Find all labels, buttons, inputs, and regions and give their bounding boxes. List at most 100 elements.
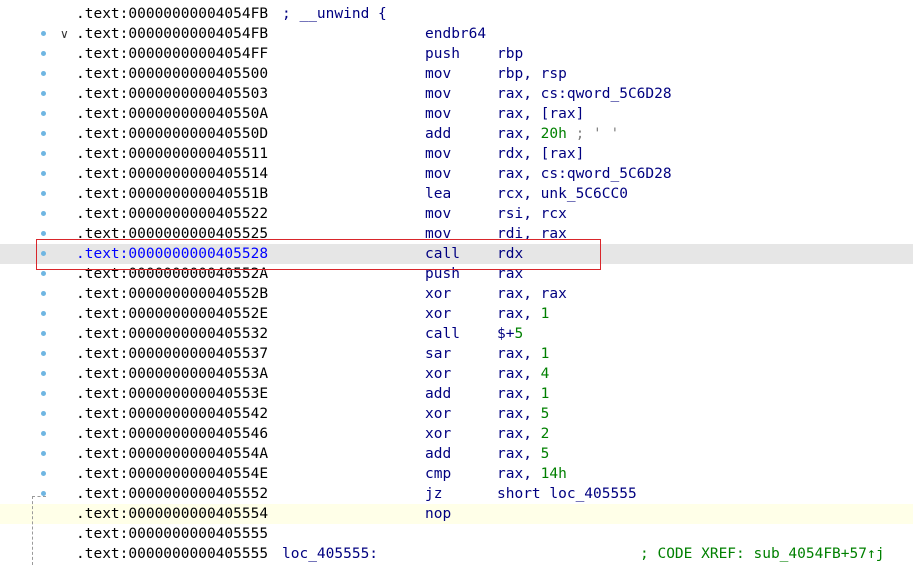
breakpoint-dot-icon[interactable] xyxy=(41,251,46,256)
fold-chevron-icon[interactable]: ∨ xyxy=(60,24,74,44)
instruction-operands: rdx xyxy=(497,244,523,264)
line-address: .text:000000000040553A xyxy=(76,366,269,382)
breakpoint-dot-icon[interactable] xyxy=(41,451,46,456)
operand-token: rax xyxy=(497,266,524,282)
line-address: .text:00000000004054FF xyxy=(76,46,269,62)
listing-line[interactable]: .text:000000000040552A push rax xyxy=(0,264,913,284)
breakpoint-dot-icon[interactable] xyxy=(41,91,46,96)
listing-line[interactable]: .text:000000000040554E cmp rax, 14h xyxy=(0,464,913,484)
unwind-comment: ; __unwind { xyxy=(282,6,387,22)
breakpoint-dot-icon[interactable] xyxy=(41,331,46,336)
listing-line[interactable]: .text:0000000000405546 xor rax, 2 xyxy=(0,424,913,444)
breakpoint-dot-icon[interactable] xyxy=(41,471,46,476)
line-address: .text:000000000040550D xyxy=(76,126,269,142)
listing-line[interactable]: .text:0000000000405514 mov rax, cs:qword_5… xyxy=(0,164,913,184)
breakpoint-dot-icon[interactable] xyxy=(41,431,46,436)
breakpoint-dot-icon[interactable] xyxy=(41,71,46,76)
instruction-mnemonic: nop xyxy=(425,506,452,522)
instruction-operands: rax, 5 xyxy=(497,404,549,424)
line-address: .text:0000000000405537 xyxy=(76,346,269,362)
disassembly-view[interactable]: .text:00000000004054FB ; __unwind { ∨ .te… xyxy=(0,0,913,565)
line-address: .text:0000000000405528 xyxy=(76,246,269,262)
listing-line[interactable]: .text:000000000040553E add rax, 1 xyxy=(0,384,913,404)
xref-comment[interactable]: ; CODE XREF: sub_4054FB+57↑j xyxy=(640,544,884,564)
instruction-operands: rax, cs:qword_5C6D28 xyxy=(497,84,672,104)
operand-token: 5 xyxy=(540,406,550,422)
instruction-operands: rdi, rax xyxy=(497,224,567,244)
line-address: .text:0000000000405522 xyxy=(76,206,269,222)
listing-line[interactable]: .text:000000000040550A mov rax, [rax] xyxy=(0,104,913,124)
operand-token: rax, [rax] xyxy=(497,106,585,122)
line-address: .text:0000000000405555 xyxy=(76,526,269,542)
line-address: .text:0000000000405511 xyxy=(76,146,269,162)
instruction-mnemonic: mov xyxy=(425,66,452,82)
operand-token: 5 xyxy=(514,326,524,342)
listing-line-current[interactable]: .text:0000000000405528 call rdx xyxy=(0,244,913,264)
breakpoint-dot-icon[interactable] xyxy=(41,291,46,296)
instruction-mnemonic: push xyxy=(425,46,460,62)
breakpoint-dot-icon[interactable] xyxy=(41,151,46,156)
instruction-mnemonic: xor xyxy=(425,426,452,442)
breakpoint-dot-icon[interactable] xyxy=(41,271,46,276)
listing-line[interactable]: .text:0000000000405537 sar rax, 1 xyxy=(0,344,913,364)
listing-line[interactable]: .text:000000000040552E xor rax, 1 xyxy=(0,304,913,324)
breakpoint-dot-icon[interactable] xyxy=(41,411,46,416)
operand-token: rdx, [rax] xyxy=(497,146,585,162)
line-address: .text:00000000004054FB xyxy=(76,6,269,22)
breakpoint-dot-icon[interactable] xyxy=(41,51,46,56)
listing-line[interactable]: .text:0000000000405554 nop xyxy=(0,504,913,524)
listing-line[interactable]: .text:0000000000405525 mov rdi, rax xyxy=(0,224,913,244)
instruction-mnemonic: cmp xyxy=(425,466,452,482)
breakpoint-dot-icon[interactable] xyxy=(41,351,46,356)
line-address: .text:0000000000405542 xyxy=(76,406,269,422)
line-address: .text:000000000040553E xyxy=(76,386,269,402)
operand-token: rax, xyxy=(497,446,541,462)
listing-line[interactable]: .text:0000000000405511 mov rdx, [rax] xyxy=(0,144,913,164)
line-address: .text:000000000040552A xyxy=(76,266,269,282)
listing-line[interactable]: .text:0000000000405503 mov rax, cs:qword_5… xyxy=(0,84,913,104)
listing-line[interactable]: .text:0000000000405500 mov rbp, rsp xyxy=(0,64,913,84)
breakpoint-dot-icon[interactable] xyxy=(41,31,46,36)
breakpoint-dot-icon[interactable] xyxy=(41,211,46,216)
line-address: .text:000000000040551B xyxy=(76,186,269,202)
operand-token: rax, xyxy=(497,466,541,482)
code-label[interactable]: loc_405555: xyxy=(282,544,378,564)
operand-token: rdi, rax xyxy=(497,226,567,242)
listing-line[interactable]: ∨ .text:00000000004054FB endbr64 xyxy=(0,24,913,44)
listing-line[interactable]: .text:000000000040550D add rax, 20h ; ' ' xyxy=(0,124,913,144)
operand-token: $+ xyxy=(497,326,515,342)
listing-line[interactable]: .text:0000000000405532 call $+5 xyxy=(0,324,913,344)
instruction-mnemonic: add xyxy=(425,446,452,462)
operand-token: 1 xyxy=(540,346,550,362)
listing-line[interactable]: .text:0000000000405555 loc_405555: ; CODE … xyxy=(0,544,913,564)
instruction-mnemonic: call xyxy=(425,246,460,262)
breakpoint-dot-icon[interactable] xyxy=(41,371,46,376)
instruction-operands: rcx, unk_5C6CC0 xyxy=(497,184,628,204)
listing-line[interactable]: .text:000000000040554A add rax, 5 xyxy=(0,444,913,464)
instruction-mnemonic: add xyxy=(425,126,452,142)
listing-line[interactable]: .text:000000000040551B lea rcx, unk_5C6CC0 xyxy=(0,184,913,204)
breakpoint-dot-icon[interactable] xyxy=(41,131,46,136)
breakpoint-dot-icon[interactable] xyxy=(41,191,46,196)
operand-token: rax, xyxy=(497,406,541,422)
instruction-mnemonic: mov xyxy=(425,206,452,222)
breakpoint-dot-icon[interactable] xyxy=(41,311,46,316)
listing-line[interactable]: .text:0000000000405522 mov rsi, rcx xyxy=(0,204,913,224)
listing-line[interactable]: .text:0000000000405552 jz short loc_405555 xyxy=(0,484,913,504)
breakpoint-dot-icon[interactable] xyxy=(41,391,46,396)
listing-line-header[interactable]: .text:00000000004054FB ; __unwind { xyxy=(0,4,913,24)
breakpoint-dot-icon[interactable] xyxy=(41,111,46,116)
instruction-mnemonic: mov xyxy=(425,166,452,182)
instruction-operands: rbp, rsp xyxy=(497,64,567,84)
listing-line[interactable]: .text:0000000000405542 xor rax, 5 xyxy=(0,404,913,424)
instruction-mnemonic: call xyxy=(425,326,460,342)
breakpoint-dot-icon[interactable] xyxy=(41,171,46,176)
listing-line[interactable]: .text:0000000000405555 xyxy=(0,524,913,544)
listing-line[interactable]: .text:00000000004054FF push rbp xyxy=(0,44,913,64)
listing-line[interactable]: .text:000000000040553A xor rax, 4 xyxy=(0,364,913,384)
listing-line[interactable]: .text:000000000040552B xor rax, rax xyxy=(0,284,913,304)
breakpoint-dot-icon[interactable] xyxy=(41,231,46,236)
instruction-mnemonic: mov xyxy=(425,86,452,102)
instruction-operands: short loc_405555 xyxy=(497,484,637,504)
operand-token: rax, xyxy=(497,346,541,362)
